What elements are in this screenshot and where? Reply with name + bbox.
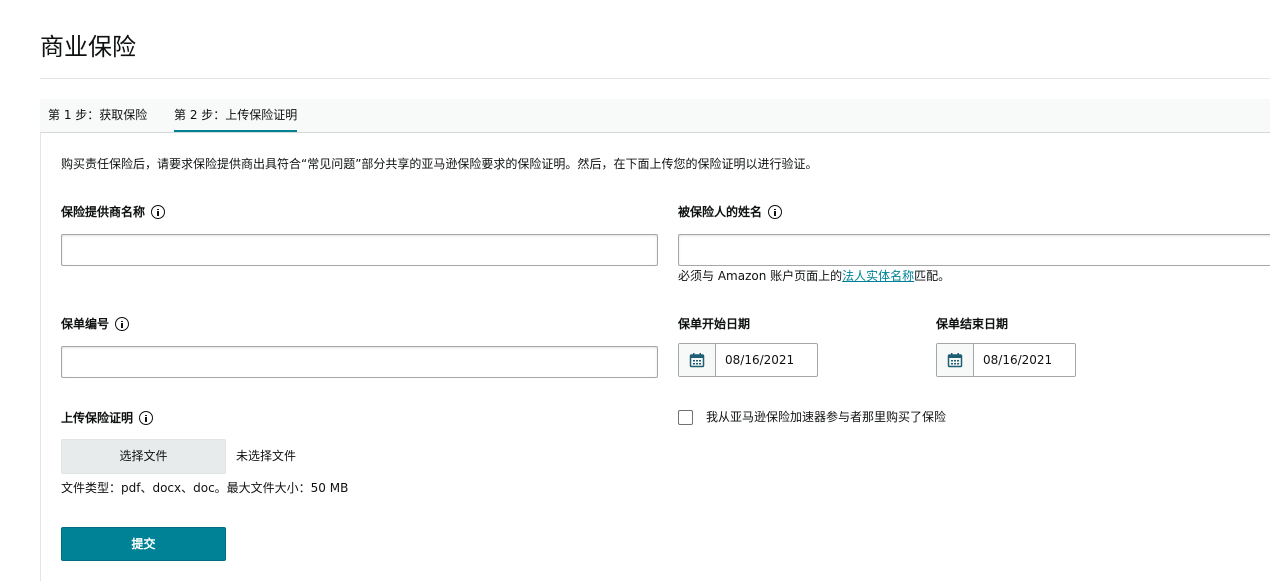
upload-label-text: 上传保险证明	[61, 411, 134, 425]
tab-step-2[interactable]: 第 2 步：上传保险证明	[174, 99, 298, 132]
calendar-icon[interactable]	[679, 344, 716, 376]
insured-name-label-text: 被保险人的姓名	[678, 205, 763, 219]
end-date-picker[interactable]: 08/16/2021	[936, 343, 1076, 377]
end-date-label-text: 保单结束日期	[936, 317, 1009, 331]
start-date-label-text: 保单开始日期	[678, 317, 751, 331]
no-file-text: 未选择文件	[236, 449, 297, 463]
insured-name-input[interactable]	[678, 234, 1270, 266]
choose-file-button[interactable]: 选择文件	[61, 439, 226, 474]
provider-name-input[interactable]	[61, 234, 658, 266]
file-types-text: 文件类型：pdf、docx、doc。最大文件大小：50 MB	[61, 481, 349, 495]
intro-text: 购买责任保险后，请要求保险提供商出具符合“常见问题”部分共享的亚马逊保险要求的保…	[61, 157, 818, 171]
policy-number-label-text: 保单编号	[61, 317, 110, 331]
accelerator-checkbox-label[interactable]: 我从亚马逊保险加速器参与者那里购买了保险	[706, 408, 946, 426]
info-icon[interactable]	[151, 205, 166, 219]
title-divider	[40, 78, 1270, 79]
start-date-picker[interactable]: 08/16/2021	[678, 343, 818, 377]
upload-label: 上传保险证明	[61, 409, 154, 427]
start-date-value[interactable]: 08/16/2021	[716, 344, 794, 376]
helper-prefix: 必须与 Amazon 账户页面上的	[678, 269, 843, 283]
accelerator-checkbox[interactable]	[678, 409, 693, 425]
start-date-label: 保单开始日期	[678, 315, 750, 333]
calendar-icon[interactable]	[937, 344, 974, 376]
page: 商业保险 第 1 步：获取保险 第 2 步：上传保险证明 购买责任保险后，请要求…	[0, 0, 1270, 581]
step-tabs: 第 1 步：获取保险 第 2 步：上传保险证明	[40, 99, 1270, 133]
accelerator-checkbox-row[interactable]: 我从亚马逊保险加速器参与者那里购买了保险	[678, 408, 946, 426]
info-icon[interactable]	[768, 205, 783, 219]
insured-name-label: 被保险人的姓名	[678, 203, 783, 221]
insured-name-helper: 必须与 Amazon 账户页面上的法人实体名称匹配。	[678, 267, 950, 285]
tab-step-1[interactable]: 第 1 步：获取保险	[48, 99, 147, 130]
provider-name-label: 保险提供商名称	[61, 203, 166, 221]
helper-suffix: 匹配。	[914, 269, 951, 283]
end-date-value[interactable]: 08/16/2021	[974, 344, 1052, 376]
submit-button[interactable]: 提交	[61, 527, 226, 561]
page-title: 商业保险	[40, 33, 136, 61]
info-icon[interactable]	[115, 317, 130, 331]
policy-number-label: 保单编号	[61, 315, 130, 333]
end-date-label: 保单结束日期	[936, 315, 1008, 333]
info-icon[interactable]	[139, 411, 154, 425]
policy-number-input[interactable]	[61, 346, 658, 378]
provider-name-label-text: 保险提供商名称	[61, 205, 146, 219]
legal-entity-name-link[interactable]: 法人实体名称	[842, 269, 914, 283]
